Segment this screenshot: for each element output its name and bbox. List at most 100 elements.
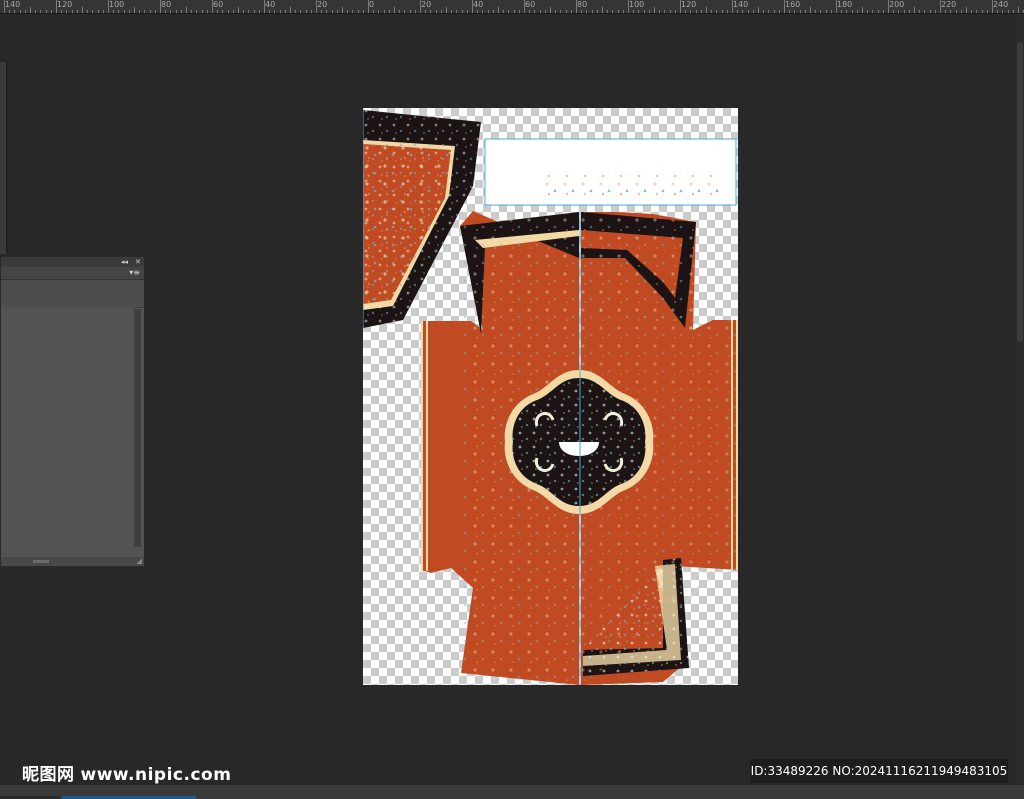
- ruler-tick: [40, 10, 42, 13]
- ruler-tick: [456, 10, 458, 13]
- ruler-tick: [867, 10, 869, 13]
- ruler-tick: [383, 10, 385, 13]
- ruler-tick: [134, 7, 135, 13]
- ruler-label: 40: [265, 0, 276, 9]
- collapse-panel-icon[interactable]: ◂◂: [121, 257, 128, 267]
- ruler-tick: [976, 10, 978, 13]
- ruler-tick: [243, 10, 245, 13]
- ruler-tick: [284, 10, 286, 13]
- ruler-label: 80: [577, 0, 588, 9]
- ruler-tick: [477, 10, 479, 13]
- ruler-tick: [513, 10, 515, 13]
- ruler-tick: [139, 10, 141, 13]
- ruler-tick: [404, 10, 406, 13]
- ruler-tick: [576, 0, 577, 13]
- ruler-tick: [310, 10, 312, 13]
- document-canvas[interactable]: [363, 108, 738, 685]
- ruler-tick: [108, 0, 109, 13]
- ruler-tick: [825, 10, 827, 13]
- ruler-tick: [238, 7, 239, 13]
- ruler-label: 120: [57, 0, 73, 9]
- ruler-tick: [357, 10, 359, 13]
- ruler-tick: [92, 10, 94, 13]
- panel-grip[interactable]: [33, 560, 49, 563]
- ruler-tick: [227, 10, 229, 13]
- ruler-tick: [414, 10, 416, 13]
- ruler-tick: [544, 10, 546, 13]
- ruler-tick: [331, 10, 333, 13]
- ruler-tick: [820, 10, 822, 13]
- ruler-tick: [955, 10, 957, 13]
- ruler-tick: [669, 10, 671, 13]
- ruler-tick: [841, 10, 843, 13]
- ruler-tick: [794, 10, 796, 13]
- ruler-tick: [1012, 10, 1014, 13]
- ruler-label: 220: [941, 0, 957, 9]
- ruler-tick: [747, 10, 749, 13]
- ruler-tick: [212, 0, 213, 13]
- status-bar: [0, 785, 1024, 799]
- ruler-tick: [664, 10, 666, 13]
- ruler-tick: [316, 0, 317, 13]
- close-icon[interactable]: ✕: [135, 257, 141, 267]
- ruler-tick: [856, 10, 858, 13]
- ruler-tick: [992, 0, 993, 13]
- ruler-tick: [602, 7, 603, 13]
- ruler-tick: [113, 10, 115, 13]
- vertical-scrollbar[interactable]: [1016, 14, 1024, 784]
- ruler-label: 240: [993, 0, 1009, 9]
- ruler-tick: [862, 7, 863, 13]
- panel-content: [1, 307, 133, 547]
- ruler-tick: [778, 10, 780, 13]
- ruler-tick: [170, 10, 172, 13]
- ruler-tick: [919, 10, 921, 13]
- ruler-tick: [810, 7, 811, 13]
- ruler-tick: [222, 10, 224, 13]
- ruler-tick: [97, 10, 99, 13]
- border-strip-ornament: [543, 174, 723, 196]
- ruler-tick: [924, 10, 926, 13]
- ruler-tick: [633, 10, 635, 13]
- ruler-tick: [154, 10, 156, 13]
- ruler-tick: [435, 10, 437, 13]
- ruler-tick: [4, 0, 5, 13]
- ruler-tick: [30, 7, 31, 13]
- ruler-label: 60: [213, 0, 224, 9]
- ruler-label: 200: [889, 0, 905, 9]
- panel-tab-bar[interactable]: ▾≡: [1, 267, 144, 280]
- ruler-tick: [742, 10, 744, 13]
- ruler-tick: [726, 10, 728, 13]
- ruler-tick: [706, 7, 707, 13]
- panel-title-bar[interactable]: ◂◂ ✕: [1, 257, 144, 267]
- ruler-tick: [409, 10, 411, 13]
- ruler-label: 80: [161, 0, 172, 9]
- ruler-tick: [196, 10, 198, 13]
- resize-handle-icon[interactable]: ◢: [137, 558, 142, 565]
- ruler-tick: [612, 10, 614, 13]
- ruler-tick: [232, 10, 234, 13]
- panel-menu-icon[interactable]: ▾≡: [129, 268, 140, 278]
- ruler-tick: [877, 10, 879, 13]
- ruler-tick: [264, 0, 265, 13]
- left-toolbar-strip: [0, 62, 7, 254]
- ruler-tick: [555, 10, 557, 13]
- ruler-label: 40: [473, 0, 484, 9]
- ruler-tick: [914, 7, 915, 13]
- ruler-tick: [966, 7, 967, 13]
- scrollbar-thumb[interactable]: [1017, 42, 1023, 342]
- panel-scrollbar[interactable]: [134, 309, 141, 547]
- ruler-tick: [929, 10, 931, 13]
- ruler-tick: [700, 10, 702, 13]
- ruler-tick: [201, 10, 203, 13]
- ruler-tick: [399, 10, 401, 13]
- ruler-tick: [950, 10, 952, 13]
- ruler-tick: [149, 10, 151, 13]
- ruler-tick: [342, 7, 343, 13]
- ruler-tick: [180, 10, 182, 13]
- ruler-tick: [581, 10, 583, 13]
- ruler-tick: [56, 0, 57, 13]
- ruler-tick: [560, 10, 562, 13]
- ruler-tick: [648, 10, 650, 13]
- ruler-tick: [690, 10, 692, 13]
- ruler-tick: [872, 10, 874, 13]
